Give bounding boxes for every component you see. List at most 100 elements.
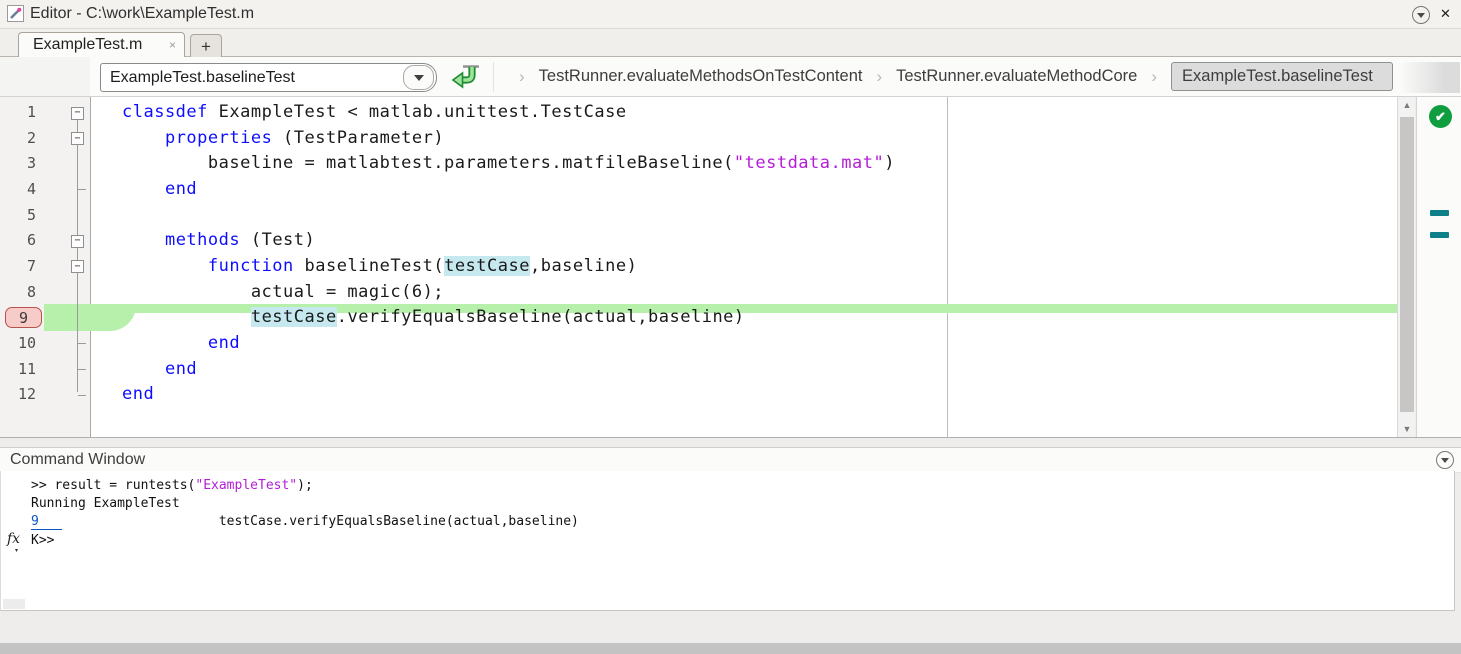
code-token bbox=[122, 256, 208, 276]
variable-usage-mark[interactable] bbox=[1430, 210, 1449, 216]
code-token: K>> bbox=[31, 533, 54, 548]
line-number[interactable]: 11 bbox=[0, 357, 36, 383]
code-token: classdef bbox=[122, 102, 208, 122]
titlebar: Editor - C:\work\ExampleTest.m ✕ bbox=[0, 0, 1461, 29]
line-number[interactable]: 3 bbox=[0, 151, 36, 177]
variable-usage-mark[interactable] bbox=[1430, 232, 1449, 238]
code-token: ,baseline) bbox=[530, 256, 637, 276]
command-window-title: Command Window bbox=[10, 447, 145, 472]
function-select-dropdown-button[interactable] bbox=[403, 65, 434, 90]
run-arrow-icon bbox=[451, 62, 481, 92]
code-token: testCase bbox=[251, 307, 337, 327]
code-line[interactable]: actual = magic(6); bbox=[122, 280, 444, 306]
code-line[interactable]: properties (TestParameter) bbox=[122, 126, 444, 152]
fold-toggle-icon[interactable]: − bbox=[71, 132, 84, 145]
breadcrumb-item-2[interactable]: TestRunner.evaluateMethodCore bbox=[896, 67, 1137, 86]
fold-toggle-icon[interactable]: − bbox=[71, 235, 84, 248]
line-number[interactable]: 6 bbox=[0, 228, 36, 254]
fold-corner-tick bbox=[78, 395, 86, 396]
fold-corner-tick bbox=[78, 189, 86, 190]
matlab-editor-window: Editor - C:\work\ExampleTest.m ✕ Example… bbox=[0, 0, 1461, 654]
code-token: .verifyEqualsBaseline(actual,baseline) bbox=[337, 307, 745, 327]
code-token: "testdata.mat" bbox=[734, 153, 884, 173]
code-token bbox=[122, 359, 165, 379]
command-window-line: >> result = runtests("ExampleTest"); bbox=[31, 477, 313, 495]
error-line-link[interactable]: 9 bbox=[31, 514, 62, 530]
new-tab-button[interactable]: + bbox=[190, 34, 222, 58]
scrollbar-thumb[interactable] bbox=[1400, 117, 1414, 412]
breadcrumb-item-current[interactable]: ExampleTest.baselineTest bbox=[1171, 62, 1393, 91]
code-line[interactable]: end bbox=[122, 331, 240, 357]
fold-connector-line bbox=[77, 120, 78, 392]
code-token bbox=[122, 128, 165, 148]
close-icon[interactable]: ✕ bbox=[1440, 6, 1451, 22]
editor-split-divider[interactable] bbox=[947, 97, 948, 437]
code-line[interactable]: function baselineTest(testCase,baseline) bbox=[122, 254, 637, 280]
code-token: testCase bbox=[444, 256, 530, 276]
toolbar-left-spacer bbox=[0, 57, 90, 96]
code-line[interactable]: classdef ExampleTest < matlab.unittest.T… bbox=[122, 100, 627, 126]
command-window-corner bbox=[3, 599, 25, 609]
code-token: properties bbox=[165, 128, 272, 148]
line-number[interactable]: 4 bbox=[0, 177, 36, 203]
breadcrumb: › TestRunner.evaluateMethodsOnTestConten… bbox=[505, 57, 1393, 96]
code-token: >> result = runtests( bbox=[31, 478, 195, 493]
fold-toggle-icon[interactable]: − bbox=[71, 260, 84, 273]
code-token bbox=[122, 230, 165, 250]
tab-exampletest[interactable]: ExampleTest.m × bbox=[18, 32, 185, 57]
line-number[interactable]: 12 bbox=[0, 382, 36, 408]
code-token: "ExampleTest" bbox=[195, 478, 297, 493]
scroll-up-icon[interactable]: ▲ bbox=[1398, 100, 1416, 110]
gutter-border bbox=[90, 97, 91, 437]
code-line[interactable]: baseline = matlabtest.parameters.matfile… bbox=[122, 151, 895, 177]
code-line[interactable]: end bbox=[122, 357, 197, 383]
toolbar-separator bbox=[493, 62, 494, 92]
code-token: actual = magic(6); bbox=[122, 282, 444, 302]
chevron-right-icon: › bbox=[519, 67, 525, 87]
code-line[interactable]: testCase.verifyEqualsBaseline(actual,bas… bbox=[122, 305, 745, 331]
breadcrumb-item-1[interactable]: TestRunner.evaluateMethodsOnTestContent bbox=[539, 67, 863, 86]
function-select-value: ExampleTest.baselineTest bbox=[101, 69, 401, 87]
fold-toggle-icon[interactable]: − bbox=[71, 107, 84, 120]
triangle-glyph bbox=[1417, 13, 1425, 18]
triangle-glyph bbox=[1441, 458, 1449, 463]
command-window-line: K>> bbox=[31, 532, 54, 550]
code-line[interactable]: end bbox=[122, 177, 197, 203]
code-token: end bbox=[165, 359, 197, 379]
code-token: ); bbox=[297, 478, 313, 493]
tab-close-icon[interactable]: × bbox=[169, 38, 176, 52]
code-token: (Test) bbox=[240, 230, 315, 250]
fold-corner-tick bbox=[78, 343, 86, 344]
code-token: (TestParameter) bbox=[272, 128, 444, 148]
code-token bbox=[122, 307, 251, 327]
line-number[interactable]: 10 bbox=[0, 331, 36, 357]
function-hints-fx-icon[interactable]: fx▾ bbox=[7, 532, 20, 546]
code-line[interactable]: methods (Test) bbox=[122, 228, 315, 254]
code-token: baseline = matlabtest.parameters.matfile… bbox=[122, 153, 734, 173]
command-window-content[interactable]: >> result = runtests("ExampleTest");Runn… bbox=[0, 471, 1455, 611]
code-editor[interactable]: 1 − 2 − 3456 − 7 − 89 101112 classdef ExampleTest… bbox=[0, 97, 1461, 438]
bottom-strip bbox=[0, 643, 1461, 654]
line-number[interactable]: 2 bbox=[0, 126, 36, 152]
line-number[interactable]: 8 bbox=[0, 280, 36, 306]
line-number[interactable]: 5 bbox=[0, 203, 36, 229]
line-number[interactable]: 7 bbox=[0, 254, 36, 280]
code-token: Running ExampleTest bbox=[31, 496, 180, 511]
tab-bar: ExampleTest.m × + bbox=[0, 29, 1461, 57]
chevron-right-icon: › bbox=[1151, 67, 1157, 87]
code-ok-check-icon[interactable]: ✔ bbox=[1429, 105, 1452, 128]
function-select[interactable]: ExampleTest.baselineTest bbox=[100, 63, 437, 92]
line-number[interactable]: 1 bbox=[0, 100, 36, 126]
editor-scrollbar[interactable]: ▲ ▼ bbox=[1397, 97, 1415, 437]
dock-menu-icon[interactable] bbox=[1412, 6, 1430, 24]
run-to-here-button[interactable] bbox=[449, 60, 483, 94]
command-window-dock-menu-icon[interactable] bbox=[1436, 451, 1454, 469]
tab-label: ExampleTest.m bbox=[33, 36, 163, 54]
code-token: function bbox=[208, 256, 294, 276]
code-line[interactable]: end bbox=[122, 382, 154, 408]
code-token: end bbox=[165, 179, 197, 199]
message-indicator-bar: ✔ bbox=[1416, 97, 1461, 437]
current-line-number-badge[interactable]: 9 bbox=[5, 307, 42, 328]
command-window-line: 9 testCase.verifyEqualsBaseline(actual,b… bbox=[31, 513, 579, 531]
scroll-down-icon[interactable]: ▼ bbox=[1398, 424, 1416, 434]
